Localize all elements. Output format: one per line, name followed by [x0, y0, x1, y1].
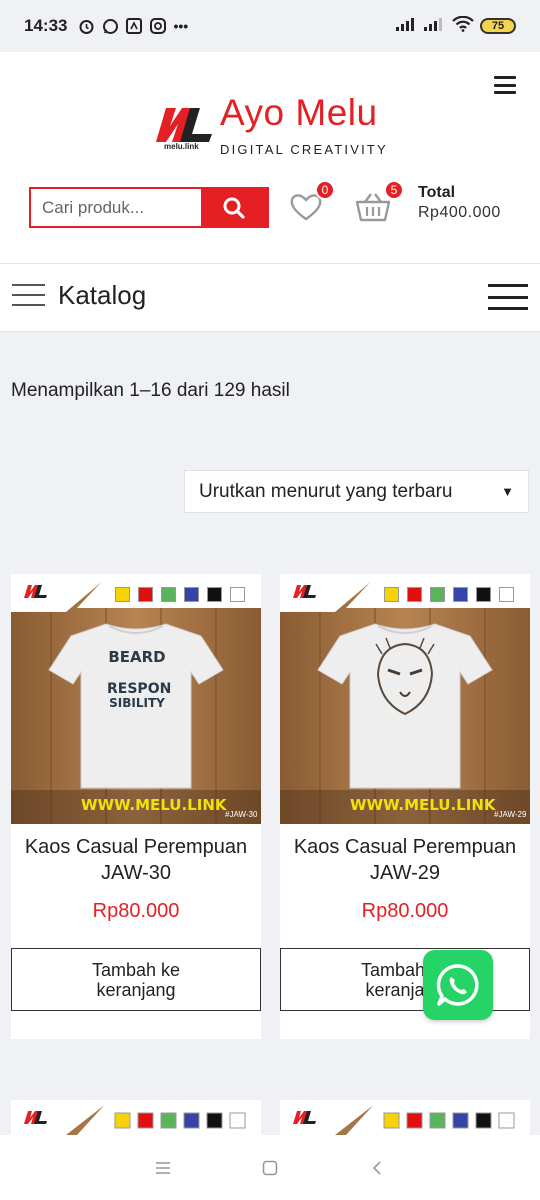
results-count: Menampilkan 1–16 dari 129 hasil	[11, 380, 290, 401]
shirt-print-line: BEARD	[108, 648, 166, 666]
instagram-icon	[149, 17, 167, 35]
home-square-icon	[262, 1160, 278, 1175]
home-button[interactable]	[255, 1153, 285, 1183]
swatch-blue[interactable]	[453, 587, 468, 602]
cart-badge: 5	[384, 180, 404, 200]
status-bar: 14:33 ••• 75	[0, 0, 540, 52]
whatsapp-icon	[436, 964, 479, 1006]
swatch-black[interactable]	[476, 587, 491, 602]
wishlist-badge: 0	[315, 180, 335, 200]
wifi-icon	[452, 15, 474, 37]
product-name[interactable]: Kaos Casual Perempuan JAW-30	[11, 834, 261, 886]
cart-total[interactable]: Total Rp400.000	[418, 183, 501, 223]
swatch-green[interactable]	[430, 587, 445, 602]
add-to-cart-button[interactable]: Tambah ke keranjang	[11, 948, 261, 1011]
swatch-yellow[interactable]	[384, 587, 399, 602]
site-header: melu.link Ayo Melu DIGITAL CREATIVITY 0 …	[0, 52, 540, 264]
image-url-text: WWW.MELU.LINK	[81, 796, 227, 814]
search-input[interactable]	[31, 189, 201, 226]
status-time: 14:33	[24, 16, 68, 35]
menu-lines-icon	[156, 1161, 171, 1174]
back-button[interactable]	[362, 1153, 392, 1183]
image-code: #JAW-29	[494, 810, 527, 819]
swatch-red[interactable]	[138, 587, 153, 602]
swatch-blue[interactable]	[184, 587, 199, 602]
product-price: Rp80.000	[92, 900, 180, 922]
logo-badge	[23, 582, 53, 600]
color-swatches	[115, 587, 245, 602]
color-swatches	[384, 587, 514, 602]
sort-select[interactable]: Urutkan menurut yang terbaru ▼	[184, 470, 529, 513]
more-notifications: •••	[173, 18, 189, 34]
product-card: BEARD RESPON SIBILITY WWW.MELU.LINK #JAW…	[11, 574, 261, 1039]
shirt-print-line: SIBILITY	[109, 696, 165, 710]
cart-button[interactable]: 5	[355, 180, 404, 224]
category-menu-icon[interactable]	[12, 284, 45, 306]
product-price: Rp80.000	[361, 900, 449, 922]
app-status-icon	[125, 17, 143, 35]
product-card-partial[interactable]	[280, 1100, 530, 1135]
sort-selected-value: Urutkan menurut yang terbaru	[199, 480, 453, 502]
battery-indicator: 75	[480, 18, 516, 34]
search-bar	[29, 187, 269, 228]
image-url-text: WWW.MELU.LINK	[350, 796, 496, 814]
logo-badge	[292, 582, 322, 600]
dropdown-caret-icon: ▼	[501, 484, 514, 499]
logo-tagline: melu.link	[164, 142, 199, 151]
shirt-print: BEARD RESPON SIBILITY	[107, 648, 172, 711]
product-image[interactable]	[280, 574, 530, 824]
catalog-menu-icon[interactable]	[488, 284, 528, 310]
shirt-print-line: RESPON	[107, 681, 172, 697]
catalog-title: Katalog	[58, 280, 147, 310]
swatch-yellow[interactable]	[115, 587, 130, 602]
swatch-white[interactable]	[499, 587, 514, 602]
swatch-white[interactable]	[230, 587, 245, 602]
catalog-bar: Katalog	[0, 264, 540, 332]
wishlist-button[interactable]: 0	[289, 180, 335, 222]
brand-subtitle: DIGITAL CREATIVITY	[220, 142, 388, 157]
image-code: #JAW-30	[225, 810, 258, 819]
swatch-green[interactable]	[161, 587, 176, 602]
system-nav-bar	[0, 1135, 540, 1200]
recent-apps-button[interactable]	[148, 1153, 178, 1183]
product-name[interactable]: Kaos Casual Perempuan JAW-29	[280, 834, 530, 886]
search-icon	[223, 197, 245, 219]
site-logo[interactable]: melu.link Ayo Melu DIGITAL CREATIVITY	[152, 92, 392, 162]
swatch-red[interactable]	[407, 587, 422, 602]
cart-total-label: Total	[418, 184, 456, 201]
whatsapp-button[interactable]	[423, 950, 493, 1020]
alarm-icon	[77, 17, 95, 35]
search-button[interactable]	[201, 189, 267, 226]
whatsapp-status-icon	[101, 17, 119, 35]
back-chevron-icon	[372, 1160, 381, 1175]
signal-icon	[396, 16, 418, 36]
signal-2-icon	[424, 16, 446, 36]
brand-title: Ayo Melu	[220, 92, 378, 133]
product-card-partial[interactable]	[11, 1100, 261, 1135]
hamburger-icon[interactable]	[494, 76, 516, 94]
cart-total-value: Rp400.000	[418, 204, 501, 221]
swatch-black[interactable]	[207, 587, 222, 602]
